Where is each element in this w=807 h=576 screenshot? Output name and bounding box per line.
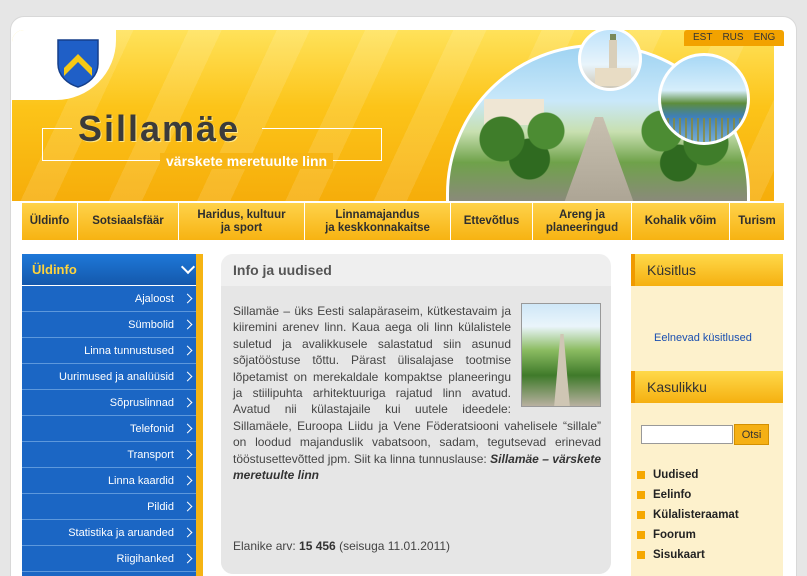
right-sidebar: Küsitlus xyxy=(631,254,783,576)
town-hall-tower-photo xyxy=(578,27,642,91)
sidebar-item-soprusinnad[interactable]: Sõpruslinnad xyxy=(22,390,203,416)
sidebar-item-label: Linna kaardid xyxy=(107,474,174,487)
sidebar-item-label: Sõpruslinnad xyxy=(109,396,174,409)
population-label: Elanike arv: xyxy=(233,539,300,553)
sidebar-item-riigihanked[interactable]: Riigihanked xyxy=(22,546,203,572)
title-frame-line xyxy=(42,128,43,161)
title-frame-line xyxy=(42,128,72,129)
chevron-right-icon xyxy=(182,319,193,330)
sidebar-item-label: Riigihanked xyxy=(116,552,174,565)
chevron-right-icon xyxy=(182,345,193,356)
sidebar-item-uurimused[interactable]: Uurimused ja analüüsid xyxy=(22,364,203,390)
chevron-right-icon xyxy=(182,449,193,460)
sidebar-item-kaardid[interactable]: Linna kaardid xyxy=(22,468,203,494)
sidebar-item-telefonid[interactable]: Telefonid xyxy=(22,416,203,442)
sidebar-item-label: Ajaloost xyxy=(134,292,174,305)
language-switcher: EST RUS ENG xyxy=(684,30,785,46)
alley-road-shape xyxy=(554,334,570,406)
poll-header: Küsitlus xyxy=(631,254,783,286)
section-sidebar: Üldinfo Ajaloost Sümbolid Linna tunnustu… xyxy=(22,254,203,576)
chevron-right-icon xyxy=(182,553,193,564)
chevron-right-icon xyxy=(182,475,193,486)
chevron-right-icon xyxy=(182,397,193,408)
chevron-down-icon xyxy=(180,259,196,274)
quick-link-uudised[interactable]: Uudised xyxy=(637,469,698,481)
lake-photo xyxy=(658,53,750,145)
nav-linnamajandus[interactable]: Linnamajandus ja keskkonnakaitse xyxy=(305,203,451,240)
nav-haridus-kultuur-sport[interactable]: Haridus, kultuur ja sport xyxy=(179,203,305,240)
page-title: Info ja uudised xyxy=(233,262,332,278)
quick-link-foorum[interactable]: Foorum xyxy=(637,529,696,541)
bullet-icon xyxy=(637,491,645,499)
shield-icon[interactable] xyxy=(56,38,100,88)
bullet-icon xyxy=(637,531,645,539)
lang-rus[interactable]: RUS xyxy=(717,30,748,46)
main-navigation: Üldinfo Sotsiaalsfäär Haridus, kultuur j… xyxy=(22,202,784,240)
population-value: 15 456 xyxy=(299,539,336,553)
nav-turism[interactable]: Turism xyxy=(730,203,784,240)
sidebar-item-pildid[interactable]: Pildid xyxy=(22,494,203,520)
sidebar-header[interactable]: Üldinfo xyxy=(22,254,203,286)
sidebar-item-label: Uurimused ja analüüsid xyxy=(59,370,174,383)
quick-link-label: Foorum xyxy=(653,529,696,541)
search-input[interactable] xyxy=(641,425,733,444)
quick-link-label: Eelinfo xyxy=(653,489,692,501)
alley-thumbnail[interactable] xyxy=(521,303,601,407)
sidebar-item-transport[interactable]: Transport xyxy=(22,442,203,468)
trees-shape xyxy=(469,107,579,187)
useful-header: Kasulikku xyxy=(631,371,783,403)
bullet-icon xyxy=(637,551,645,559)
sidebar-item-label: Transport xyxy=(127,448,174,461)
site-title[interactable]: Sillamäe xyxy=(78,108,240,150)
site-tagline: värskete meretuulte linn xyxy=(160,153,334,169)
nav-ettevotlus[interactable]: Ettevõtlus xyxy=(451,203,533,240)
quick-link-label: Sisukaart xyxy=(653,549,705,561)
intro-text: Sillamäe – üks Eesti salapäraseim, kütke… xyxy=(233,303,601,483)
population-info: Elanike arv: 15 456 (seisuga 11.01.2011) xyxy=(233,539,450,553)
population-date: (seisuga 11.01.2011) xyxy=(335,539,451,553)
chevron-right-icon xyxy=(182,527,193,538)
sidebar-title: Üldinfo xyxy=(32,262,77,277)
sidebar-accent-bar xyxy=(196,254,203,576)
nav-kohalik-voim[interactable]: Kohalik võim xyxy=(632,203,730,240)
chevron-right-icon xyxy=(182,293,193,304)
sidebar-item-statistika[interactable]: Statistika ja aruanded xyxy=(22,520,203,546)
chevron-right-icon xyxy=(182,423,193,434)
sidebar-item-label: Pildid xyxy=(147,500,174,513)
sidebar-item-label: Sümbolid xyxy=(128,318,174,331)
lang-est[interactable]: EST xyxy=(688,30,717,46)
previous-polls-link[interactable]: Eelnevad küsitlused xyxy=(654,332,752,344)
quick-link-label: Uudised xyxy=(653,469,699,481)
sidebar-item-label: Statistika ja aruanded xyxy=(68,526,174,539)
quick-link-label: Külalisteraamat xyxy=(653,509,739,521)
title-frame-line xyxy=(381,128,382,161)
chevron-right-icon xyxy=(182,501,193,512)
bullet-icon xyxy=(637,511,645,519)
nav-areng-planeeringud[interactable]: Areng ja planeeringud xyxy=(533,203,632,240)
sidebar-item-ajaloost[interactable]: Ajaloost xyxy=(22,286,203,312)
sidebar-item-symbolid[interactable]: Sümbolid xyxy=(22,312,203,338)
quick-link-kulalisteraamat[interactable]: Külalisteraamat xyxy=(637,509,739,521)
search-button[interactable]: Otsi xyxy=(734,424,769,445)
chevron-right-icon xyxy=(182,371,193,382)
lang-eng[interactable]: ENG xyxy=(749,30,781,46)
quick-link-eelinfo[interactable]: Eelinfo xyxy=(637,489,691,501)
nav-sotsiaalsfaar[interactable]: Sotsiaalsfäär xyxy=(78,203,179,240)
hall-shape xyxy=(595,68,631,86)
quick-link-sisukaart[interactable]: Sisukaart xyxy=(637,549,705,561)
useful-section: Kasulikku xyxy=(631,371,783,403)
sidebar-item-tunnustused[interactable]: Linna tunnustused xyxy=(22,338,203,364)
sidebar-item-label: Telefonid xyxy=(129,422,174,435)
sidebar-item-label: Linna tunnustused xyxy=(84,344,174,357)
bullet-icon xyxy=(637,471,645,479)
reeds-shape xyxy=(661,118,747,142)
title-frame-line xyxy=(262,128,382,129)
nav-uldinfo[interactable]: Üldinfo xyxy=(22,203,78,240)
